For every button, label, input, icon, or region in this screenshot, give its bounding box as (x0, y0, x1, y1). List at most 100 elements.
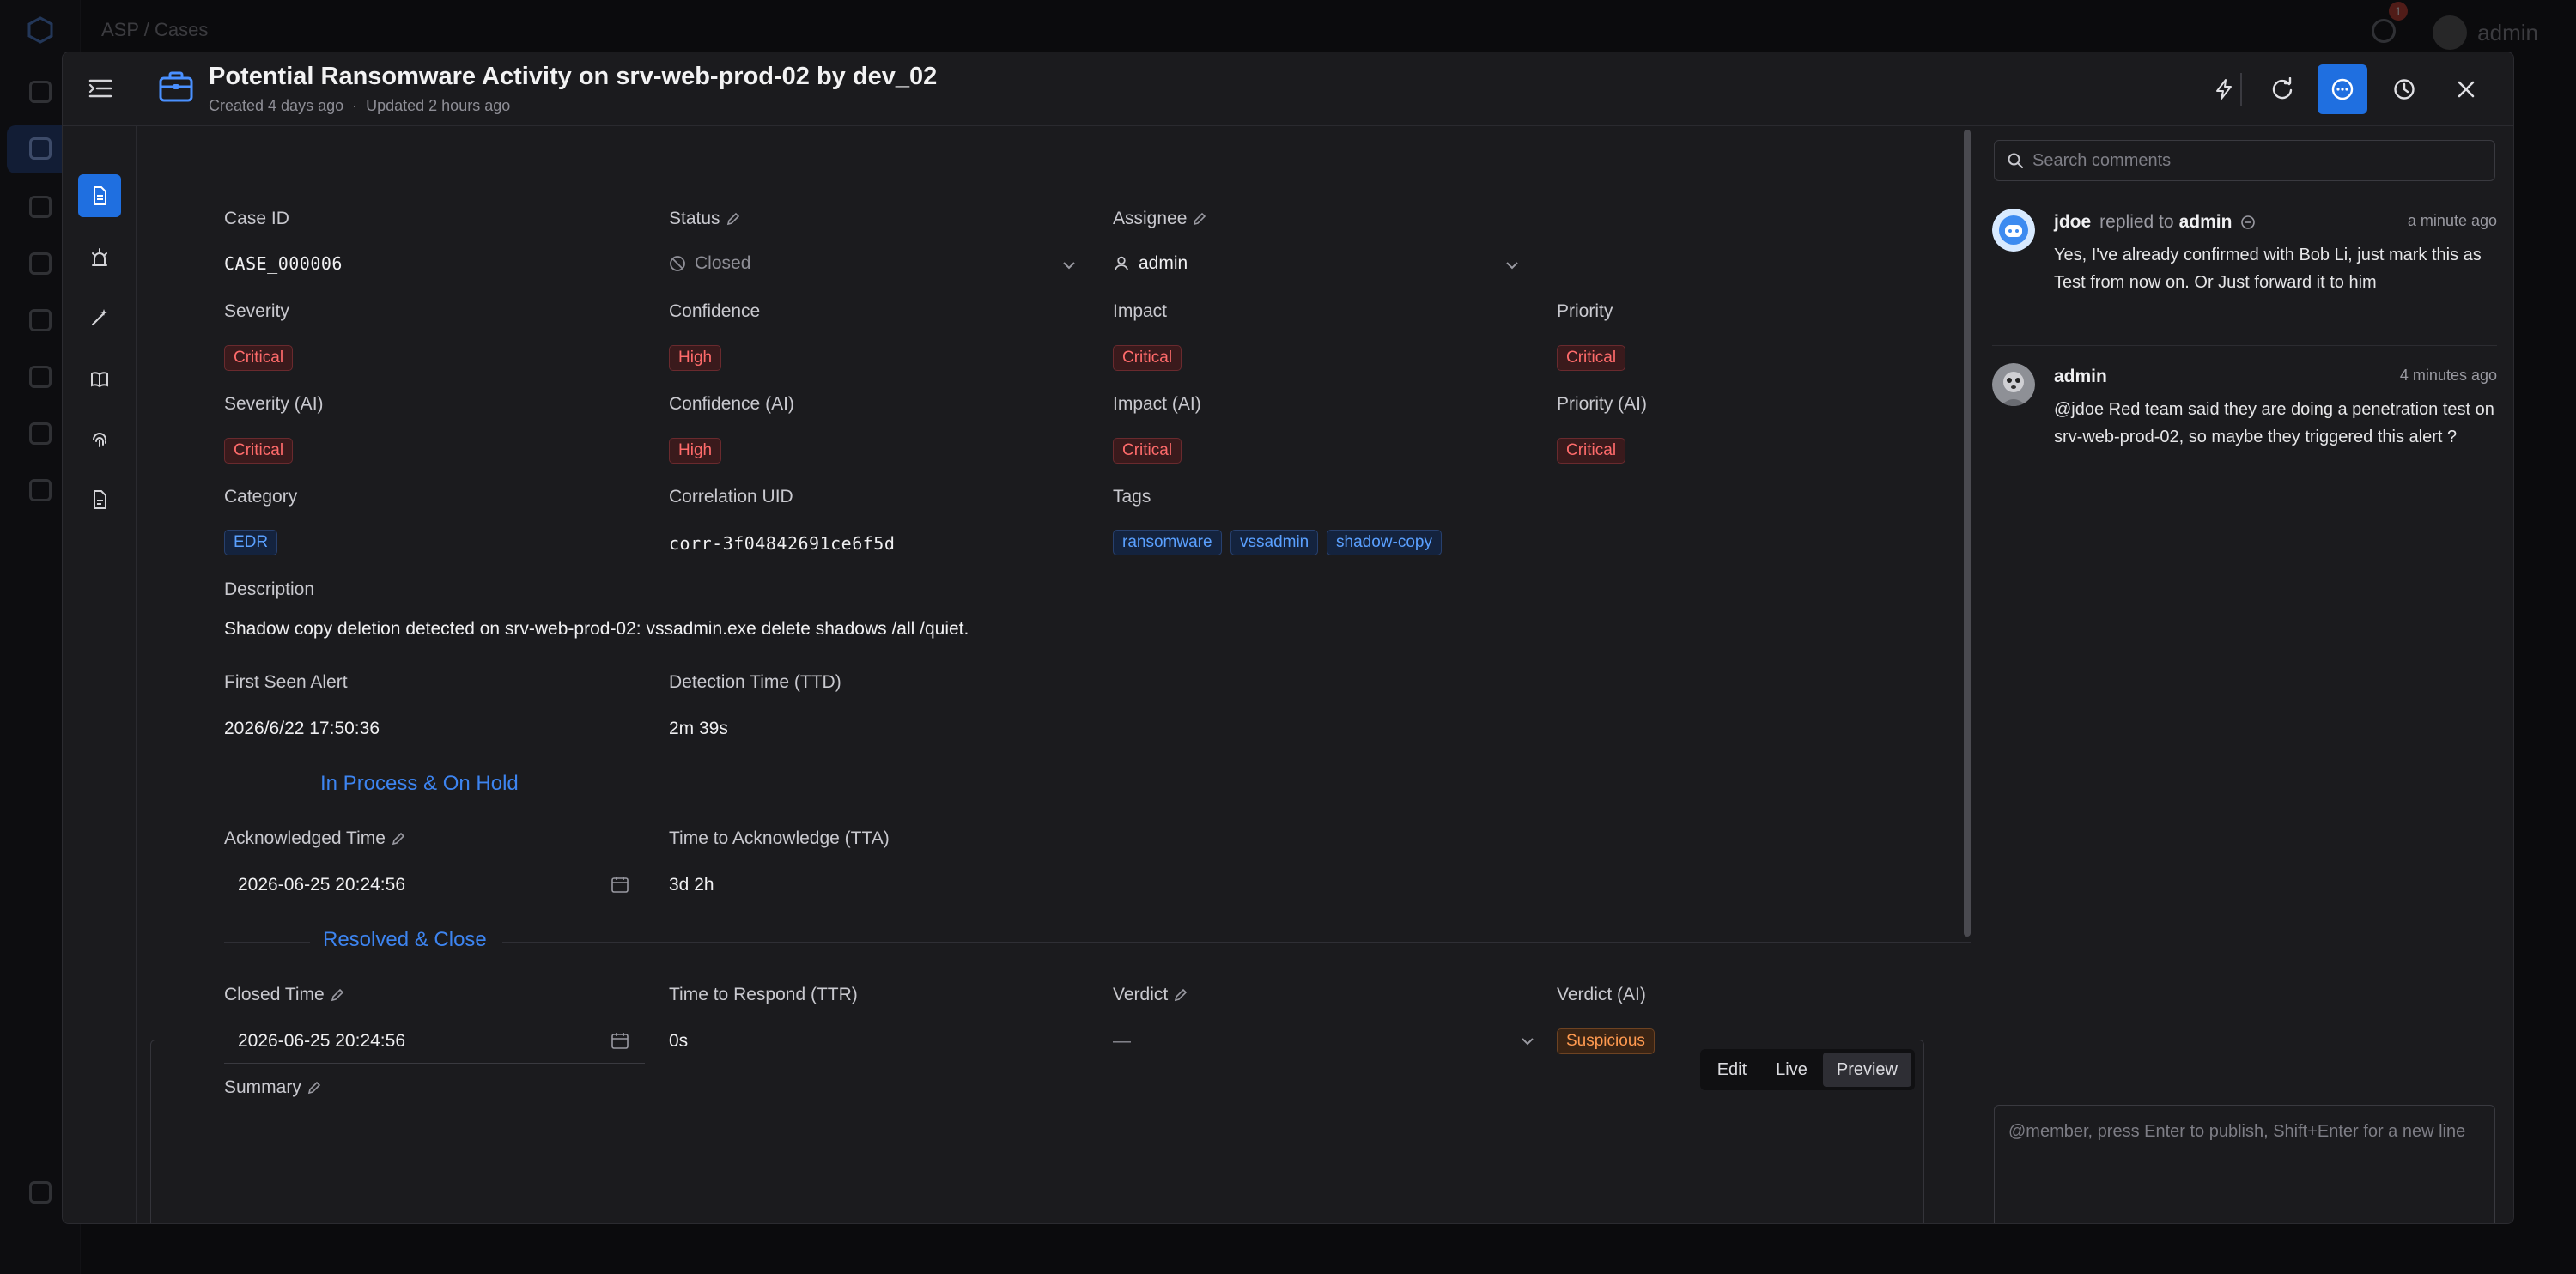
editor-mode-toggle: Edit Live Preview (1699, 1049, 1915, 1090)
avatar (2433, 15, 2468, 50)
summary-editor[interactable]: Edit Live Preview (150, 1040, 1924, 1223)
priority-label: Priority (1557, 301, 1613, 321)
confidence-ai-label: Confidence (AI) (669, 394, 794, 414)
chevron-down-icon[interactable] (1504, 257, 1521, 274)
edit-icon[interactable] (330, 987, 345, 1003)
impact-ai-badge: Critical (1113, 438, 1182, 464)
severity-ai-label: Severity (AI) (224, 394, 324, 414)
close-button[interactable] (2441, 64, 2491, 114)
history-icon (2394, 79, 2415, 100)
notification-badge: 1 (2389, 2, 2408, 21)
comment-icon (2331, 78, 2354, 100)
comment-input[interactable] (2008, 1118, 2481, 1221)
calendar-icon[interactable] (611, 875, 629, 894)
assignee-label: Assignee (1113, 209, 1207, 229)
book-icon (91, 372, 108, 388)
document-icon (94, 186, 106, 205)
fingerprint-icon (93, 433, 106, 447)
avatar (1992, 209, 2035, 252)
rail-ai-button[interactable] (78, 296, 121, 339)
playbook-icon[interactable] (29, 366, 52, 388)
edit-icon[interactable] (1173, 987, 1188, 1003)
case-title: Potential Ransomware Activity on srv-web… (209, 63, 938, 90)
verdict-label: Verdict (1113, 985, 1188, 1005)
comment-item: admin 4 minutes ago @jdoe Red team said … (1992, 363, 2497, 531)
case-detail-modal: Potential Ransomware Activity on srv-web… (62, 52, 2514, 1224)
tag-chip[interactable]: vssadmin (1230, 530, 1319, 555)
assignee-select[interactable]: admin (1113, 253, 1188, 274)
comment-author: jdoe replied to admin (2054, 212, 2256, 233)
refresh-button[interactable] (2257, 64, 2307, 114)
tag-chip[interactable]: ransomware (1113, 530, 1222, 555)
first-seen-label: First Seen Alert (224, 672, 348, 692)
gear-icon[interactable] (29, 479, 52, 501)
refresh-icon (2272, 77, 2293, 100)
correlation-uid-value: corr-3f04842691ce6f5d (669, 533, 896, 554)
edit-mode-button[interactable]: Edit (1704, 1053, 1760, 1087)
ttr-label: Time to Respond (TTR) (669, 985, 858, 1004)
category-label: Category (224, 487, 298, 507)
severity-ai-badge: Critical (224, 438, 294, 464)
first-seen-value: 2026/6/22 17:50:36 (224, 719, 380, 738)
reply-info-icon[interactable] (2240, 215, 2256, 230)
chat-icon[interactable] (2372, 19, 2396, 43)
ack-time-value: 2026-06-25 20:24:56 (238, 875, 405, 895)
priority-ai-label: Priority (AI) (1557, 394, 1647, 414)
edit-icon[interactable] (726, 211, 741, 227)
tag-chip[interactable]: shadow-copy (1327, 530, 1442, 555)
section-divider (224, 942, 310, 943)
history-button[interactable] (2379, 64, 2429, 114)
preview-mode-button[interactable]: Preview (1822, 1053, 1911, 1087)
settings-icon[interactable] (29, 252, 52, 275)
collapse-icon[interactable] (29, 1181, 52, 1204)
section-title-in-process: In Process & On Hold (320, 772, 519, 795)
rail-details-button[interactable] (78, 174, 121, 217)
case-id-value: CASE_000006 (224, 253, 343, 274)
ban-icon (670, 256, 685, 271)
section-title-resolved: Resolved & Close (323, 928, 487, 951)
user-icon (1115, 256, 1128, 271)
comment-time: 4 minutes ago (2399, 367, 2497, 384)
comment-body: @jdoe Red team said they are doing a pen… (2054, 400, 2494, 446)
tools-icon[interactable] (29, 309, 52, 331)
close-icon (2458, 81, 2475, 98)
comment-composer[interactable] (1994, 1105, 2495, 1223)
comments-toggle-button[interactable] (2318, 64, 2367, 114)
content-scrollbar[interactable] (1964, 130, 1971, 937)
edit-icon[interactable] (391, 831, 406, 846)
magic-wand-icon (91, 309, 107, 326)
chevron-down-icon[interactable] (1060, 257, 1078, 274)
menu-toggle-icon[interactable] (83, 71, 118, 106)
alerts-icon[interactable] (29, 196, 52, 218)
alarm-icon (92, 248, 107, 266)
report-icon (94, 490, 106, 509)
case-id-label: Case ID (224, 209, 289, 228)
reply-target: admin (2178, 212, 2233, 232)
dashboard-icon[interactable] (29, 81, 52, 103)
impact-label: Impact (1113, 301, 1168, 321)
meta-separator: · (352, 97, 358, 114)
search-input[interactable] (2032, 141, 2479, 180)
cases-icon[interactable] (29, 137, 52, 160)
breadcrumb: ASP / Cases (101, 19, 209, 40)
rail-report-button[interactable] (78, 478, 121, 521)
rail-alerts-button[interactable] (78, 236, 121, 279)
edit-icon[interactable] (1192, 211, 1207, 227)
detection-time-value: 2m 39s (669, 719, 728, 738)
status-value: Closed (695, 253, 751, 273)
verdict-ai-label: Verdict (AI) (1557, 985, 1646, 1004)
book-icon[interactable] (29, 422, 52, 445)
comment-search[interactable] (1994, 140, 2495, 181)
rail-investigation-button[interactable] (78, 418, 121, 461)
live-mode-button[interactable]: Live (1762, 1053, 1821, 1087)
severity-badge: Critical (224, 345, 294, 371)
comment-item: jdoe replied to admin a minute ago Yes, I'… (1992, 209, 2497, 346)
ack-time-input[interactable]: 2026-06-25 20:24:56 (224, 863, 645, 907)
rail-knowledge-button[interactable] (78, 358, 121, 401)
status-select[interactable]: Closed (669, 253, 750, 274)
comment-author: admin (2054, 367, 2107, 386)
reply-indicator: replied to (2099, 212, 2174, 232)
user-menu[interactable]: admin (2433, 15, 2538, 50)
impact-badge: Critical (1113, 345, 1182, 371)
detection-time-label: Detection Time (TTD) (669, 672, 841, 692)
